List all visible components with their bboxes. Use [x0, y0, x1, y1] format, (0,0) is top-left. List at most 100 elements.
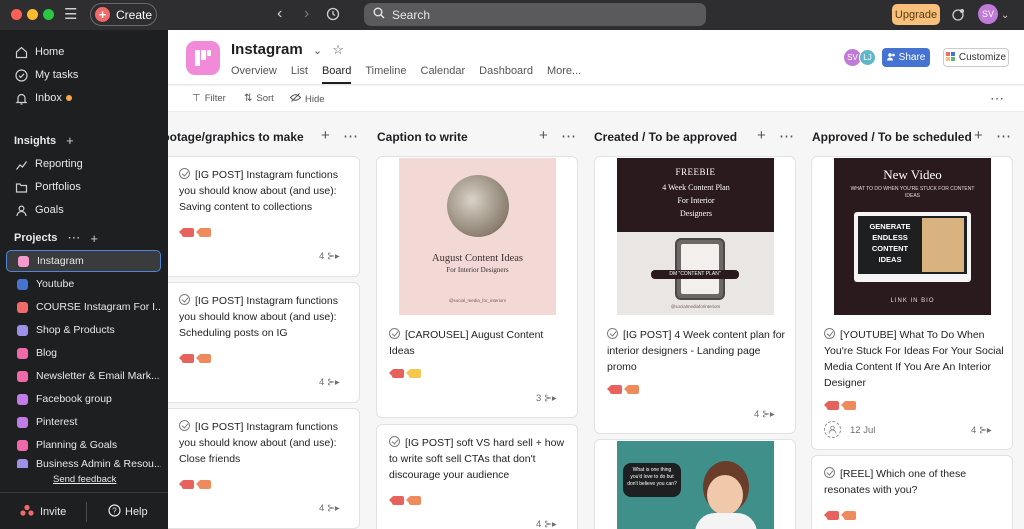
star-icon[interactable]: ☆ [332, 42, 344, 57]
assignee-icon[interactable] [824, 421, 841, 438]
column-title[interactable]: Approved / To be scheduled [812, 130, 972, 144]
column-title[interactable]: Footage/graphics to make [168, 130, 304, 144]
member-avatar[interactable]: LJ [859, 49, 876, 66]
back-arrow-icon[interactable]: ‹ [277, 6, 282, 22]
tag-icon [624, 385, 639, 394]
history-icon[interactable] [326, 7, 340, 23]
help-sparkle-icon[interactable] [951, 8, 965, 24]
project-color-swatch [17, 393, 28, 405]
column-options-icon[interactable]: ⋯ [779, 127, 794, 145]
task-card[interactable]: [IG POST] Instagram functions you should… [168, 156, 360, 277]
task-card[interactable]: August Content Ideas For Interior Design… [376, 156, 578, 418]
chevron-down-icon[interactable]: ⌄ [313, 45, 322, 57]
sidebar-item-reporting[interactable]: Reporting [14, 155, 83, 173]
task-card[interactable]: What is one thing you'd love to do but d… [594, 439, 796, 529]
complete-check-icon[interactable] [389, 436, 400, 447]
tab-timeline[interactable]: Timeline [365, 65, 406, 84]
tab-calendar[interactable]: Calendar [421, 65, 466, 84]
sidebar-project-youtube[interactable]: Youtube [6, 273, 161, 295]
create-button[interactable]: + Create [90, 3, 157, 26]
filter-button[interactable]: ⊤ Filter [192, 93, 226, 104]
task-card[interactable]: [IG POST] soft VS hard sell + how to wri… [376, 424, 578, 529]
tab-more[interactable]: More... [547, 65, 581, 84]
more-options-icon[interactable]: ⋯ [67, 230, 80, 246]
help-button[interactable]: ? Help [108, 504, 148, 520]
subtask-count[interactable]: 3 ⊱▸ [536, 393, 557, 404]
window-minimize-button[interactable] [27, 9, 38, 20]
task-card[interactable]: [IG POST] Instagram functions you should… [168, 282, 360, 403]
sidebar-project-business[interactable]: Business Admin & Resou... [6, 456, 161, 468]
tab-board[interactable]: Board [321, 65, 352, 84]
subtask-count[interactable]: 4 ⊱▸ [754, 409, 775, 420]
send-feedback-link[interactable]: Send feedback [53, 474, 116, 485]
sidebar-project-facebook[interactable]: Facebook group [6, 388, 161, 410]
add-task-icon[interactable]: + [321, 127, 330, 144]
cover-footer: @social_media_for_interiors [448, 298, 507, 303]
complete-check-icon[interactable] [824, 328, 835, 339]
column-options-icon[interactable]: ⋯ [561, 127, 576, 145]
sidebar-project-planning[interactable]: Planning & Goals [6, 434, 161, 456]
share-button[interactable]: Share [882, 48, 930, 67]
card-tags [824, 401, 861, 410]
customize-button[interactable]: Customize [943, 48, 1009, 67]
add-insight-icon[interactable]: + [66, 133, 74, 148]
hide-button[interactable]: Hide [289, 93, 325, 105]
complete-check-icon[interactable] [824, 467, 835, 478]
window-close-button[interactable] [11, 9, 22, 20]
subtask-count[interactable]: 4 ⊱▸ [319, 251, 340, 262]
complete-check-icon[interactable] [179, 420, 190, 431]
sidebar-project-shop[interactable]: Shop & Products [6, 319, 161, 341]
chevron-down-icon[interactable]: ⌄ [1001, 9, 1009, 23]
column-title[interactable]: Created / To be approved [594, 130, 737, 144]
add-project-icon[interactable]: + [90, 231, 98, 246]
subtask-count[interactable]: 4 ⊱▸ [536, 519, 557, 529]
sidebar-project-course[interactable]: COURSE Instagram For I... [6, 296, 161, 318]
project-title[interactable]: Instagram ⌄ ☆ [231, 41, 344, 58]
project-color-swatch [17, 324, 28, 336]
sidebar-project-pinterest[interactable]: Pinterest [6, 411, 161, 433]
task-card[interactable]: FREEBIE 4 Week Content Plan For Interior… [594, 156, 796, 434]
complete-check-icon[interactable] [179, 294, 190, 305]
add-task-icon[interactable]: + [539, 127, 548, 144]
task-card[interactable]: New Video WHAT TO DO WHEN YOU'RE STUCK F… [811, 156, 1013, 450]
invite-button[interactable]: Invite [20, 504, 66, 520]
sidebar-item-portfolios[interactable]: Portfolios [14, 178, 81, 196]
insights-heading[interactable]: Insights + [14, 133, 74, 148]
subtask-count[interactable]: 4 ⊱▸ [971, 425, 992, 436]
column-title[interactable]: Caption to write [377, 130, 468, 144]
complete-check-icon[interactable] [179, 168, 190, 179]
due-date[interactable]: 12 Jul [850, 425, 875, 436]
tab-overview[interactable]: Overview [231, 65, 277, 84]
subtask-count[interactable]: 4 ⊱▸ [319, 503, 340, 514]
user-avatar[interactable]: SV [978, 4, 998, 24]
column-options-icon[interactable]: ⋯ [996, 127, 1011, 145]
sidebar-item-my-tasks[interactable]: My tasks [14, 66, 78, 84]
tag-icon [824, 511, 839, 520]
tab-dashboard[interactable]: Dashboard [479, 65, 533, 84]
sort-button[interactable]: ⇅ Sort [244, 93, 274, 104]
column-options-icon[interactable]: ⋯ [343, 127, 358, 145]
task-card[interactable]: [REEL] Which one of these resonates with… [811, 455, 1013, 529]
sidebar-project-instagram[interactable]: Instagram [6, 250, 161, 272]
board-options-icon[interactable]: ⋯ [990, 90, 1004, 107]
sidebar-item-inbox[interactable]: Inbox [14, 89, 72, 107]
search-input[interactable]: Search [364, 3, 706, 26]
hamburger-menu-icon[interactable]: ☰ [64, 7, 77, 22]
sidebar-item-goals[interactable]: Goals [14, 201, 64, 219]
add-task-icon[interactable]: + [757, 127, 766, 144]
complete-check-icon[interactable] [607, 328, 618, 339]
card-title: [YOUTUBE] What To Do When You're Stuck F… [824, 328, 1004, 389]
sidebar-project-newsletter[interactable]: Newsletter & Email Mark... [6, 365, 161, 387]
complete-check-icon[interactable] [389, 328, 400, 339]
forward-arrow-icon[interactable]: › [304, 6, 309, 22]
card-tags [607, 385, 644, 394]
sidebar-project-blog[interactable]: Blog [6, 342, 161, 364]
sidebar-item-home[interactable]: Home [14, 43, 64, 61]
tab-list[interactable]: List [291, 65, 308, 84]
add-task-icon[interactable]: + [974, 127, 983, 144]
upgrade-button[interactable]: Upgrade [892, 4, 940, 25]
window-zoom-button[interactable] [43, 9, 54, 20]
task-card[interactable]: [IG POST] Instagram functions you should… [168, 408, 360, 529]
subtask-count[interactable]: 4 ⊱▸ [319, 377, 340, 388]
projects-heading[interactable]: Projects ⋯ + [14, 230, 98, 246]
